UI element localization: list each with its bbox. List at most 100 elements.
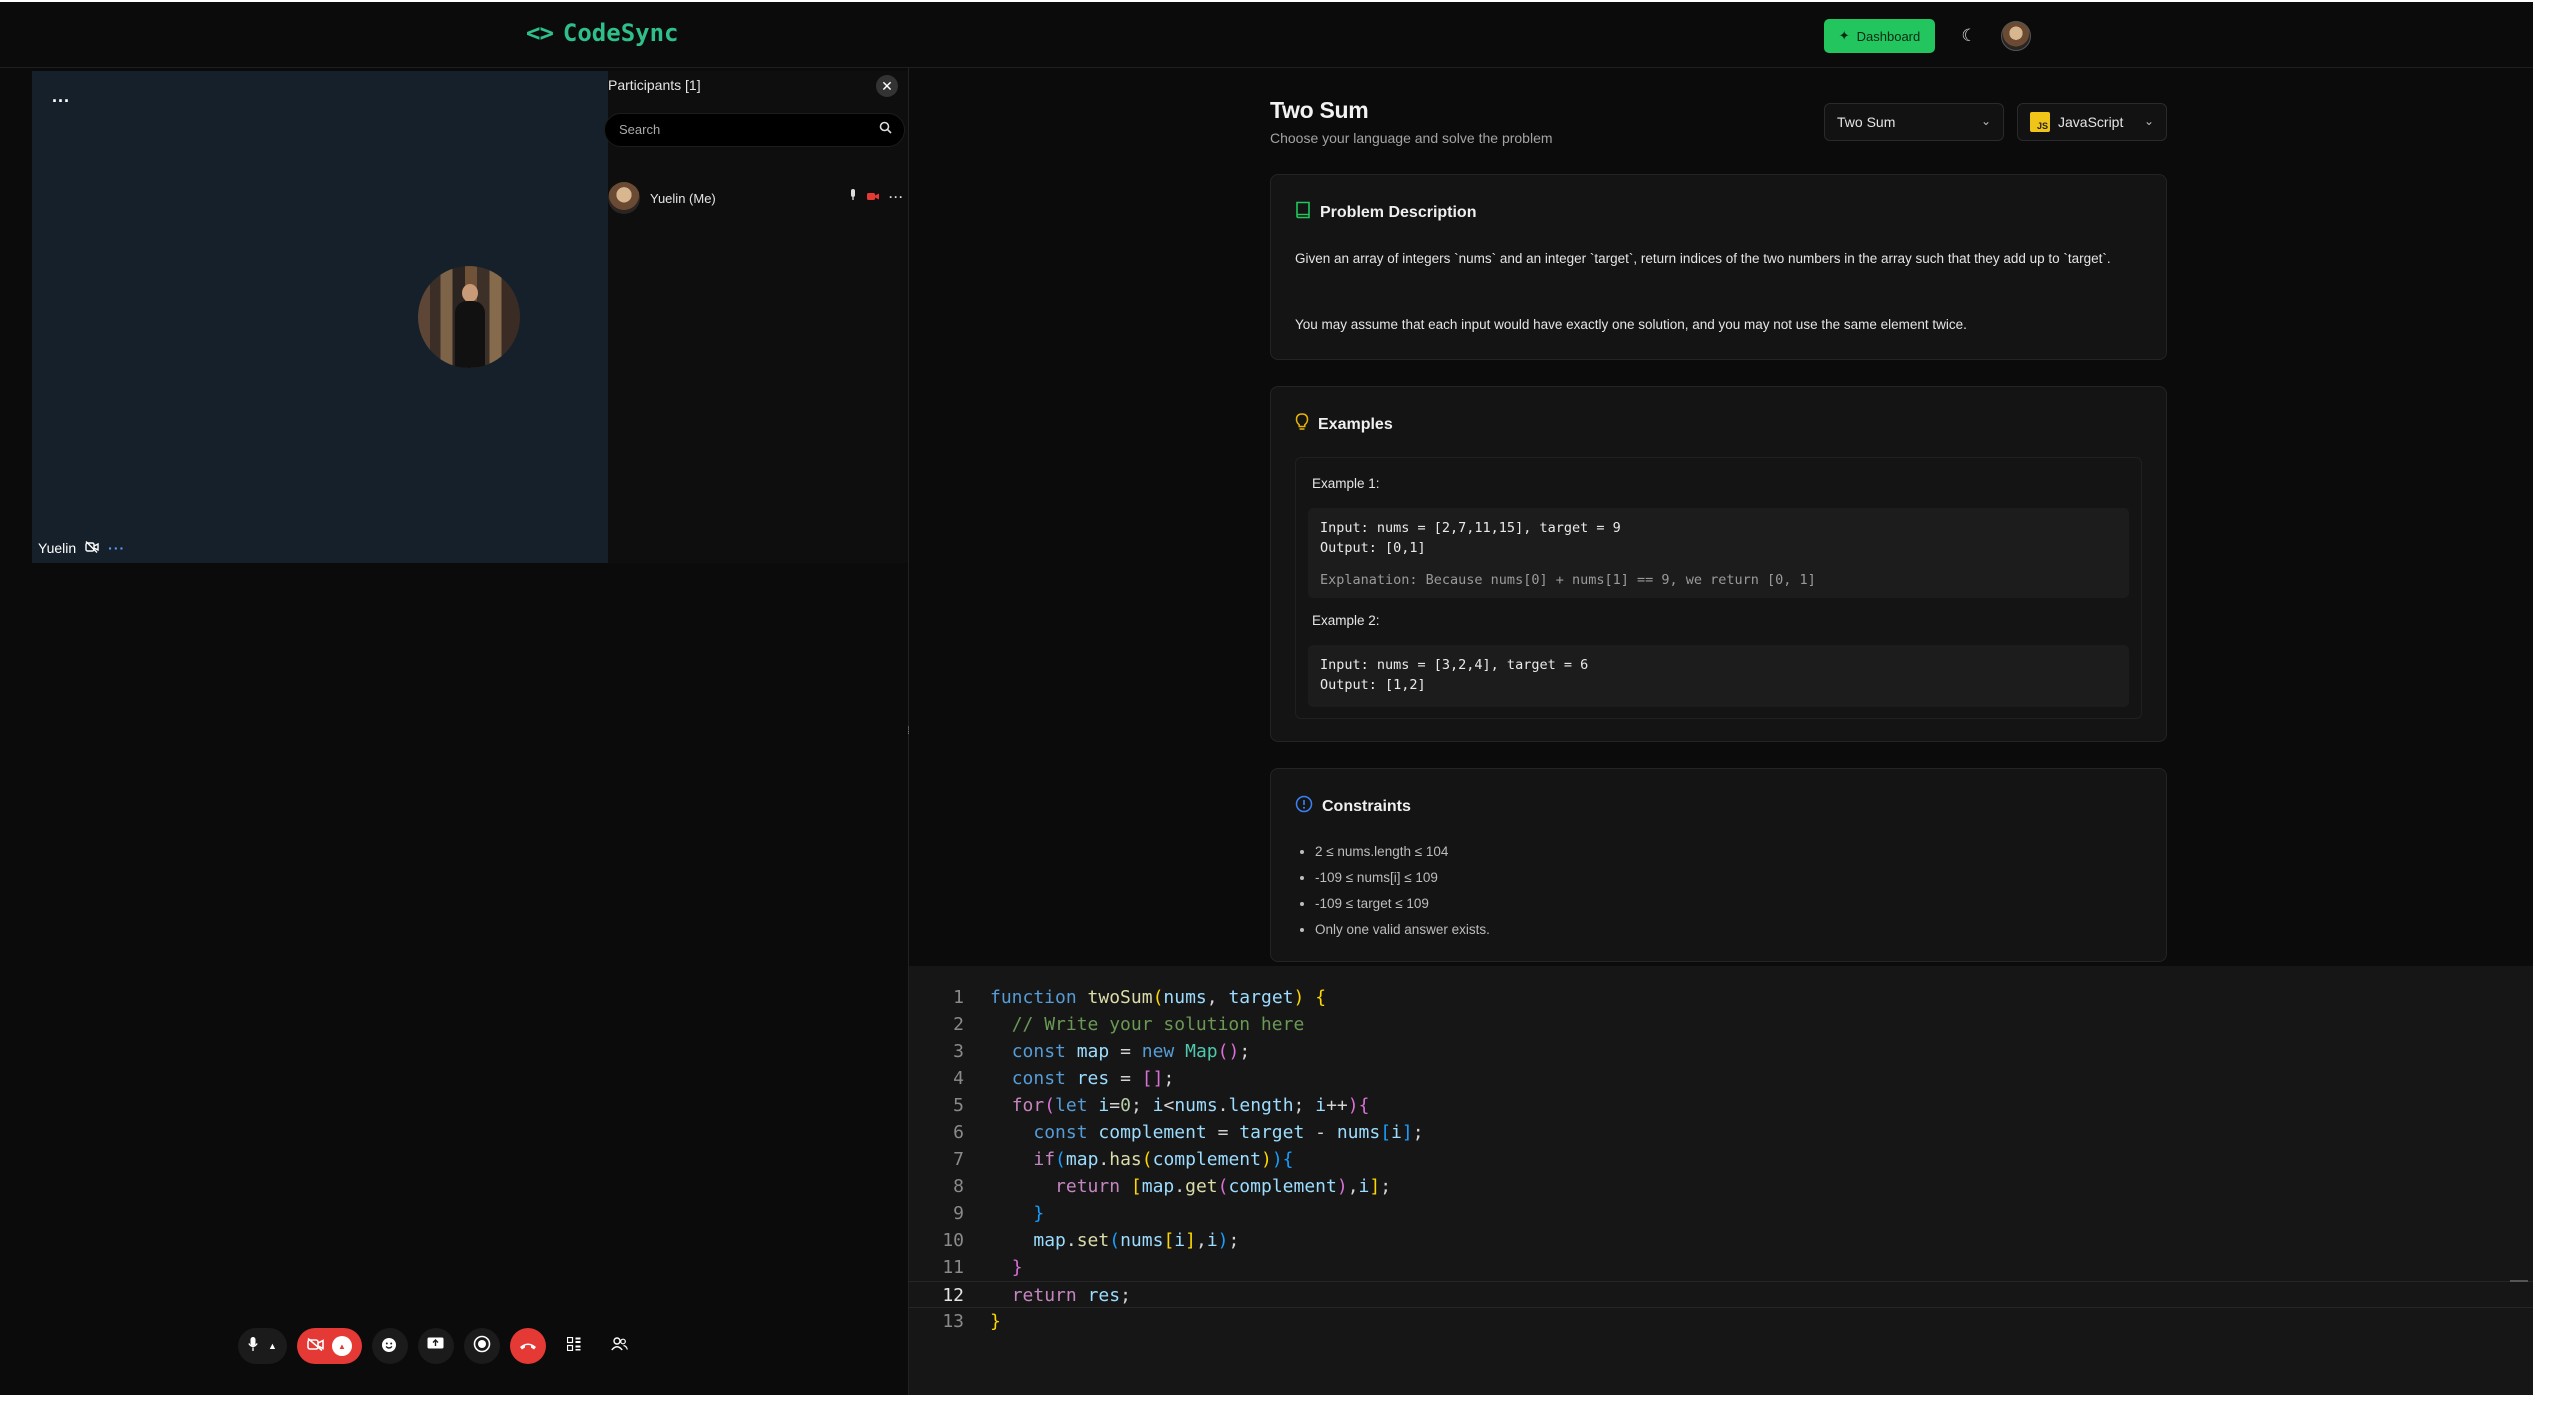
app-logo[interactable]: <> CodeSync [526, 19, 679, 47]
code-line[interactable]: 3 const map = new Map(); [909, 1038, 2533, 1065]
camera-off-icon [867, 190, 879, 204]
code-line[interactable]: 7 if(map.has(complement)){ [909, 1146, 2533, 1173]
code-line-active[interactable]: 12 return res; [909, 1281, 2533, 1308]
microphone-button[interactable]: ▲ [238, 1328, 287, 1364]
example-explanation: Explanation: Because nums[0] + nums[1] =… [1320, 572, 1816, 588]
dashboard-button[interactable]: ✦ Dashboard [1824, 19, 1935, 53]
code-text: const complement = target - nums[i]; [1033, 1122, 1424, 1143]
code-text: map.set(nums[i],i); [1033, 1230, 1240, 1251]
code-line[interactable]: 2 // Write your solution here [909, 1011, 2533, 1038]
screen-border-bottom [0, 1395, 2560, 1401]
list-item: Only one valid answer exists. [1315, 917, 1490, 943]
code-line[interactable]: 11 } [909, 1254, 2533, 1281]
sparkle-icon: ✦ [1838, 28, 1850, 43]
description-text: You may assume that each input would hav… [1295, 317, 1967, 332]
line-number: 11 [942, 1257, 964, 1278]
chevron-down-icon: ⌄ [2143, 114, 2154, 128]
video-tile [32, 71, 609, 563]
constraints-heading: Constraints [1295, 795, 1411, 818]
app-name: CodeSync [562, 19, 679, 47]
code-line[interactable]: 10 map.set(nums[i],i); [909, 1227, 2533, 1254]
line-number: 13 [942, 1311, 964, 1332]
code-text: const map = new Map(); [1011, 1041, 1251, 1062]
description-heading: Problem Description [1295, 201, 1476, 224]
code-line[interactable]: 4 const res = []; [909, 1065, 2533, 1092]
participant-more-icon[interactable]: ··· [889, 190, 904, 204]
caret-up-icon[interactable]: ▲ [268, 1341, 277, 1351]
info-icon [1295, 795, 1313, 818]
participant-avatar [608, 182, 640, 214]
code-brackets-icon: <> [526, 19, 554, 47]
call-controls: ▲ ▲ [238, 1326, 638, 1366]
participant-video-avatar [418, 266, 520, 368]
line-number: 4 [953, 1068, 964, 1089]
participant-status-icons: ··· [849, 189, 904, 204]
users-icon [611, 1337, 629, 1355]
line-number: 9 [953, 1203, 964, 1224]
microphone-icon [248, 1336, 258, 1356]
code-line[interactable]: 1 function twoSum(nums, target) { [909, 984, 2533, 1011]
line-number: 3 [953, 1041, 964, 1062]
description-title: Problem Description [1320, 203, 1477, 221]
example-output: Output: [1,2] [1320, 677, 1426, 693]
examples-container: Example 1: Input: nums = [2,7,11,15], ta… [1295, 457, 2142, 719]
problem-select[interactable]: Two Sum ⌄ [1824, 103, 2004, 141]
dashboard-button-label: Dashboard [1856, 28, 1921, 44]
layout-button[interactable] [556, 1328, 592, 1364]
video-menu-icon[interactable]: ... [52, 86, 70, 107]
code-line[interactable]: 9 } [909, 1200, 2533, 1227]
line-number: 12 [942, 1285, 964, 1306]
screen-share-button[interactable] [417, 1328, 454, 1364]
search-input[interactable] [619, 122, 859, 137]
screen-share-icon [427, 1337, 444, 1355]
example-input: Input: nums = [2,7,11,15], target = 9 [1320, 520, 1621, 536]
participants-button[interactable] [602, 1328, 638, 1364]
language-select[interactable]: JS JavaScript ⌄ [2017, 103, 2167, 141]
search-icon[interactable] [879, 121, 892, 138]
record-icon [473, 1335, 491, 1357]
screen-border-right [2533, 0, 2560, 1401]
leave-call-button[interactable] [509, 1328, 546, 1364]
code-line[interactable]: 6 const complement = target - nums[i]; [909, 1119, 2533, 1146]
problem-subtitle: Choose your language and solve the probl… [1270, 130, 1553, 146]
record-button[interactable] [463, 1328, 500, 1364]
code-text: if(map.has(complement)){ [1033, 1149, 1294, 1170]
microphone-icon [849, 189, 857, 204]
editor-scrollbar-marker[interactable] [2510, 1280, 2528, 1282]
chevron-down-icon: ⌄ [1980, 114, 1991, 128]
participant-row[interactable]: Yuelin (Me) ··· [608, 181, 908, 215]
code-line[interactable]: 8 return [map.get(complement),i]; [909, 1173, 2533, 1200]
camera-toggle-button[interactable]: ▲ [296, 1328, 362, 1364]
caret-up-icon[interactable]: ▲ [331, 1336, 352, 1356]
line-number: 7 [953, 1149, 964, 1170]
person-body [455, 301, 485, 368]
camera-off-icon [307, 1337, 324, 1355]
line-number: 6 [953, 1122, 964, 1143]
user-avatar[interactable] [2001, 21, 2031, 51]
code-editor[interactable]: 1 function twoSum(nums, target) { 2 // Wr… [909, 966, 2533, 1395]
theme-toggle-button[interactable]: ☾ [1952, 19, 1986, 53]
list-item: -109 ≤ nums[i] ≤ 109 [1315, 865, 1490, 891]
problem-select-value: Two Sum [1837, 114, 1896, 130]
reaction-button[interactable] [371, 1328, 408, 1364]
participants-panel: Participants [1] ✕ Yuelin (Me) ··· [604, 71, 908, 563]
camera-group: ▲ [307, 1336, 352, 1356]
example-code-block: Input: nums = [3,2,4], target = 6 Output… [1308, 645, 2129, 707]
code-line[interactable]: 13} [909, 1308, 2533, 1335]
close-icon[interactable]: ✕ [876, 75, 898, 97]
code-text: } [1011, 1257, 1023, 1278]
code-text: // Write your solution here [1011, 1014, 1305, 1035]
code-text: } [990, 1311, 1001, 1332]
moon-icon: ☾ [1961, 26, 1977, 45]
person-head [462, 284, 478, 302]
line-number: 10 [942, 1230, 964, 1251]
layout-grid-icon [566, 1336, 581, 1355]
code-text: return [map.get(complement),i]; [1055, 1176, 1392, 1197]
video-participant-name: Yuelin [38, 540, 77, 556]
examples-title: Examples [1318, 415, 1393, 433]
problem-title: Two Sum [1270, 97, 1369, 123]
person-figure [455, 284, 485, 368]
splitter-handle-icon[interactable]: ⁞ [904, 724, 913, 740]
video-more-icon[interactable]: ··· [108, 540, 125, 556]
code-line[interactable]: 5 for(let i=0; i<nums.length; i++){ [909, 1092, 2533, 1119]
